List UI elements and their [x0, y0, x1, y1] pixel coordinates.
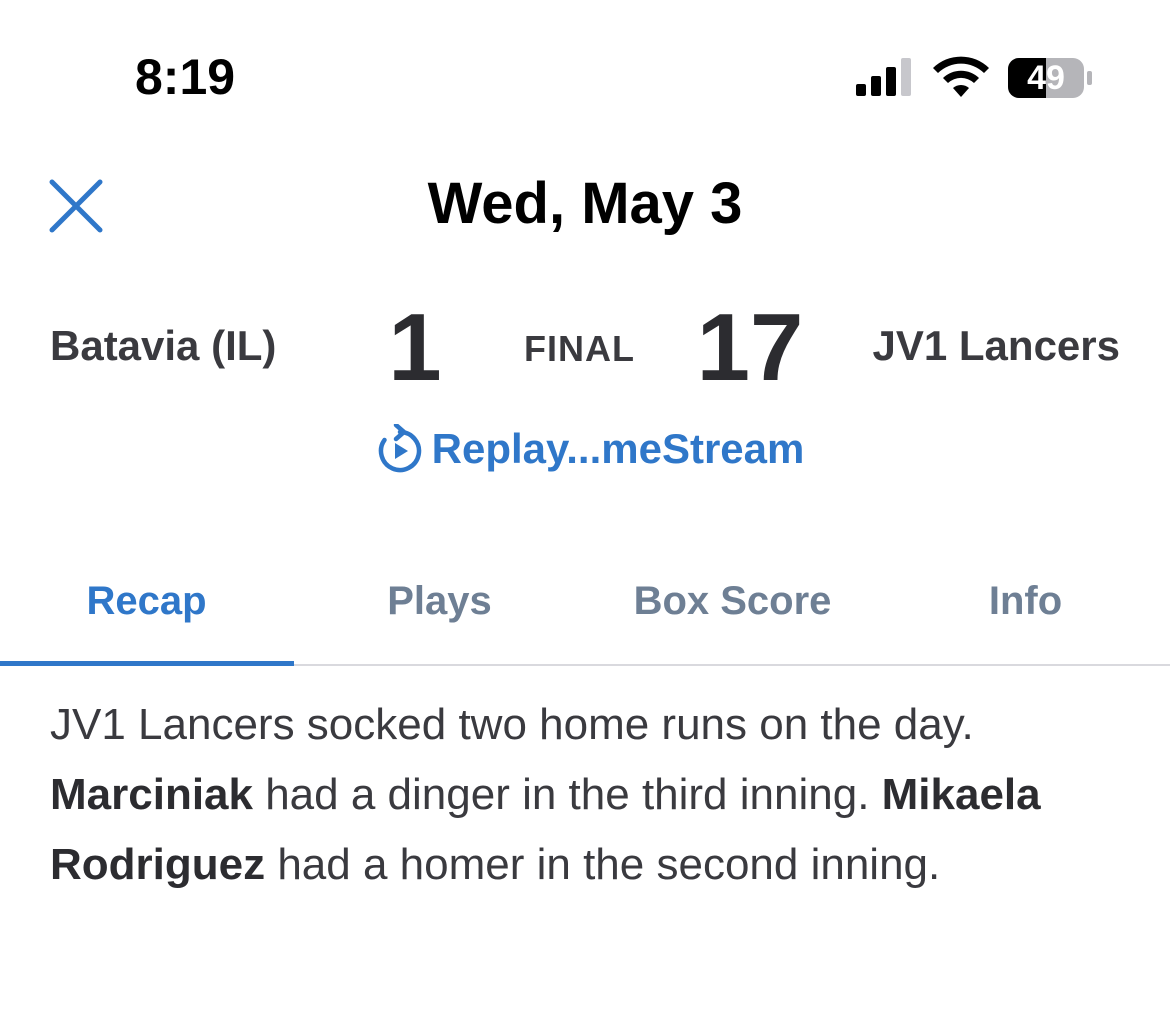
battery-percent: 49 [1027, 59, 1065, 97]
recap-text-part1: JV1 Lancers socked two home runs on the … [50, 700, 974, 749]
tab-box-score[interactable]: Box Score [586, 540, 879, 662]
page-title: Wed, May 3 [427, 171, 743, 236]
signal-icon [856, 58, 911, 96]
recap-text-part3: had a homer in the second inning. [265, 840, 941, 889]
away-team-score: 1 [388, 294, 442, 401]
game-recap-screen: 8:19 49 Wed, May 3 Batavia (IL) 1 FINAL … [0, 0, 1170, 1009]
replay-icon [378, 424, 421, 473]
active-tab-indicator [0, 661, 294, 666]
away-team-name[interactable]: Batavia (IL) [50, 322, 276, 370]
recap-player-marciniak: Marciniak [50, 770, 253, 819]
tab-plays[interactable]: Plays [293, 540, 586, 662]
home-team-score: 17 [696, 294, 804, 401]
status-time: 8:19 [135, 49, 236, 105]
tab-recap[interactable]: Recap [0, 540, 293, 662]
wifi-icon [933, 56, 989, 97]
game-status: FINAL [524, 328, 635, 369]
replay-label: Replay...meStream [431, 425, 805, 472]
replay-link[interactable]: Replay...meStream [0, 424, 1170, 474]
tab-bar: Recap Plays Box Score Info [0, 540, 1170, 666]
home-team-name[interactable]: JV1 Lancers [873, 322, 1121, 370]
recap-text-part2: had a dinger in the third inning. [252, 770, 882, 819]
tab-info[interactable]: Info [879, 540, 1170, 662]
recap-text: JV1 Lancers socked two home runs on the … [50, 690, 1130, 900]
